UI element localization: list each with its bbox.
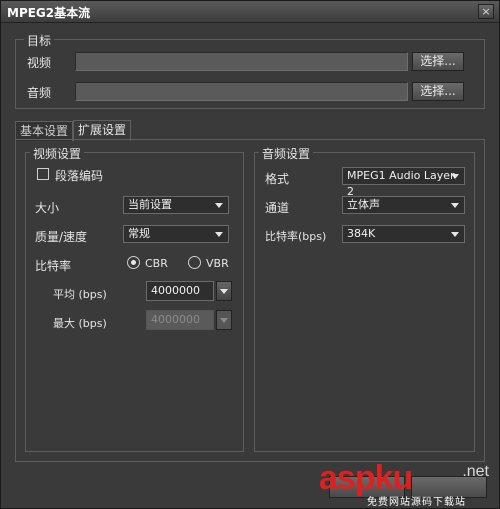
avg-bitrate-input[interactable]: 4000000 bbox=[146, 281, 214, 301]
audio-channel-value: 立体声 bbox=[347, 198, 380, 211]
title-bar[interactable]: MPEG2基本流 × bbox=[1, 1, 499, 23]
video-path-input[interactable] bbox=[75, 52, 408, 71]
avg-bitrate-label: 平均 (bps) bbox=[53, 288, 107, 301]
size-select[interactable]: 当前设置 bbox=[123, 196, 229, 214]
bitrate-mode-label: 比特率 bbox=[35, 259, 72, 273]
size-label: 大小 bbox=[35, 201, 60, 215]
audio-bitrate-select[interactable]: 384K bbox=[342, 225, 465, 243]
watermark-logo: aspku .net 免费网站源码下载站 bbox=[319, 459, 489, 509]
segment-encoding-checkbox[interactable] bbox=[37, 168, 49, 180]
close-button[interactable]: × bbox=[478, 4, 494, 19]
tab-extended-settings[interactable]: 扩展设置 bbox=[73, 120, 132, 141]
max-bitrate-label: 最大 (bps) bbox=[53, 317, 107, 330]
chevron-down-icon bbox=[448, 227, 462, 241]
quality-select-value: 常规 bbox=[128, 227, 150, 240]
window-title: MPEG2基本流 bbox=[7, 6, 91, 20]
audio-format-select[interactable]: MPEG1 Audio Layer-2 bbox=[342, 167, 465, 198]
max-bitrate-combo: 4000000 bbox=[146, 310, 232, 330]
quality-label: 质量/速度 bbox=[35, 230, 88, 244]
audio-bitrate-label: 比特率(bps) bbox=[265, 230, 327, 243]
target-group-label: 目标 bbox=[24, 32, 55, 49]
max-bitrate-dropdown-button bbox=[216, 310, 232, 330]
audio-path-input[interactable] bbox=[75, 82, 408, 101]
avg-bitrate-combo[interactable]: 4000000 bbox=[146, 281, 232, 301]
audio-channel-select[interactable]: 立体声 bbox=[342, 196, 465, 214]
chevron-down-icon bbox=[212, 227, 226, 241]
watermark-sub-text: 免费网站源码下载站 bbox=[367, 497, 466, 508]
mpeg2-dialog: MPEG2基本流 × 目标 视频 选择... 音频 选择... 基本设置 扩展设… bbox=[0, 0, 500, 509]
quality-select[interactable]: 常规 bbox=[123, 225, 229, 243]
cbr-radio-label: CBR bbox=[145, 257, 168, 270]
audio-bitrate-value: 384K bbox=[347, 227, 376, 240]
chevron-down-icon bbox=[448, 198, 462, 212]
chevron-down-icon bbox=[448, 169, 462, 183]
audio-format-label: 格式 bbox=[265, 172, 290, 186]
audio-browse-button[interactable]: 选择... bbox=[412, 82, 464, 101]
video-settings-label: 视频设置 bbox=[30, 145, 85, 162]
vbr-radio[interactable] bbox=[188, 256, 201, 269]
vbr-radio-label: VBR bbox=[206, 257, 229, 270]
video-path-label: 视频 bbox=[27, 56, 52, 70]
audio-path-label: 音频 bbox=[27, 86, 52, 100]
chevron-down-icon bbox=[212, 198, 226, 212]
audio-channel-label: 通道 bbox=[265, 201, 290, 215]
max-bitrate-input: 4000000 bbox=[146, 310, 214, 330]
watermark-net-text: .net bbox=[462, 463, 489, 480]
tab-basic-settings[interactable]: 基本设置 bbox=[15, 121, 74, 141]
cbr-radio[interactable] bbox=[127, 256, 140, 269]
size-select-value: 当前设置 bbox=[128, 198, 172, 211]
audio-settings-label: 音频设置 bbox=[259, 145, 314, 162]
avg-bitrate-dropdown-button[interactable] bbox=[216, 281, 232, 301]
segment-encoding-label: 段落编码 bbox=[55, 169, 104, 183]
video-browse-button[interactable]: 选择... bbox=[412, 52, 464, 71]
